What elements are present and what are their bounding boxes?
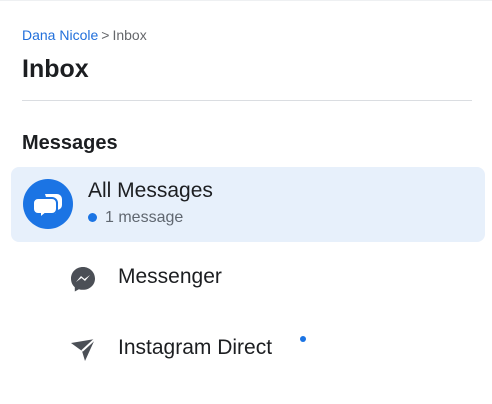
nav-item-label: All Messages <box>88 179 213 202</box>
page-title: Inbox <box>22 55 89 83</box>
header-divider <box>22 100 472 101</box>
nav-item-all-messages[interactable]: All Messages 1 message <box>11 167 485 242</box>
unread-dot-icon <box>88 212 97 222</box>
breadcrumb-separator: > <box>101 27 110 43</box>
nav-item-label: Messenger <box>118 265 222 288</box>
nav-item-messenger[interactable]: Messenger <box>11 248 485 308</box>
breadcrumb-current: Inbox <box>112 27 147 43</box>
chat-bubbles-icon <box>23 179 73 229</box>
messages-section-title: Messages <box>22 132 118 154</box>
unread-indicator-icon <box>300 336 306 342</box>
message-count-status: 1 message <box>88 208 183 228</box>
message-count-text: 1 message <box>105 209 184 226</box>
nav-item-instagram-direct[interactable]: Instagram Direct <box>11 319 485 379</box>
nav-item-label: Instagram Direct <box>118 336 273 359</box>
messenger-icon <box>68 264 98 294</box>
breadcrumb: Dana Nicole > Inbox <box>22 26 147 44</box>
breadcrumb-account-link[interactable]: Dana Nicole <box>22 27 98 43</box>
inbox-panel: Dana Nicole > Inbox Inbox Messages All Mes… <box>0 0 492 404</box>
instagram-direct-icon <box>68 335 98 365</box>
